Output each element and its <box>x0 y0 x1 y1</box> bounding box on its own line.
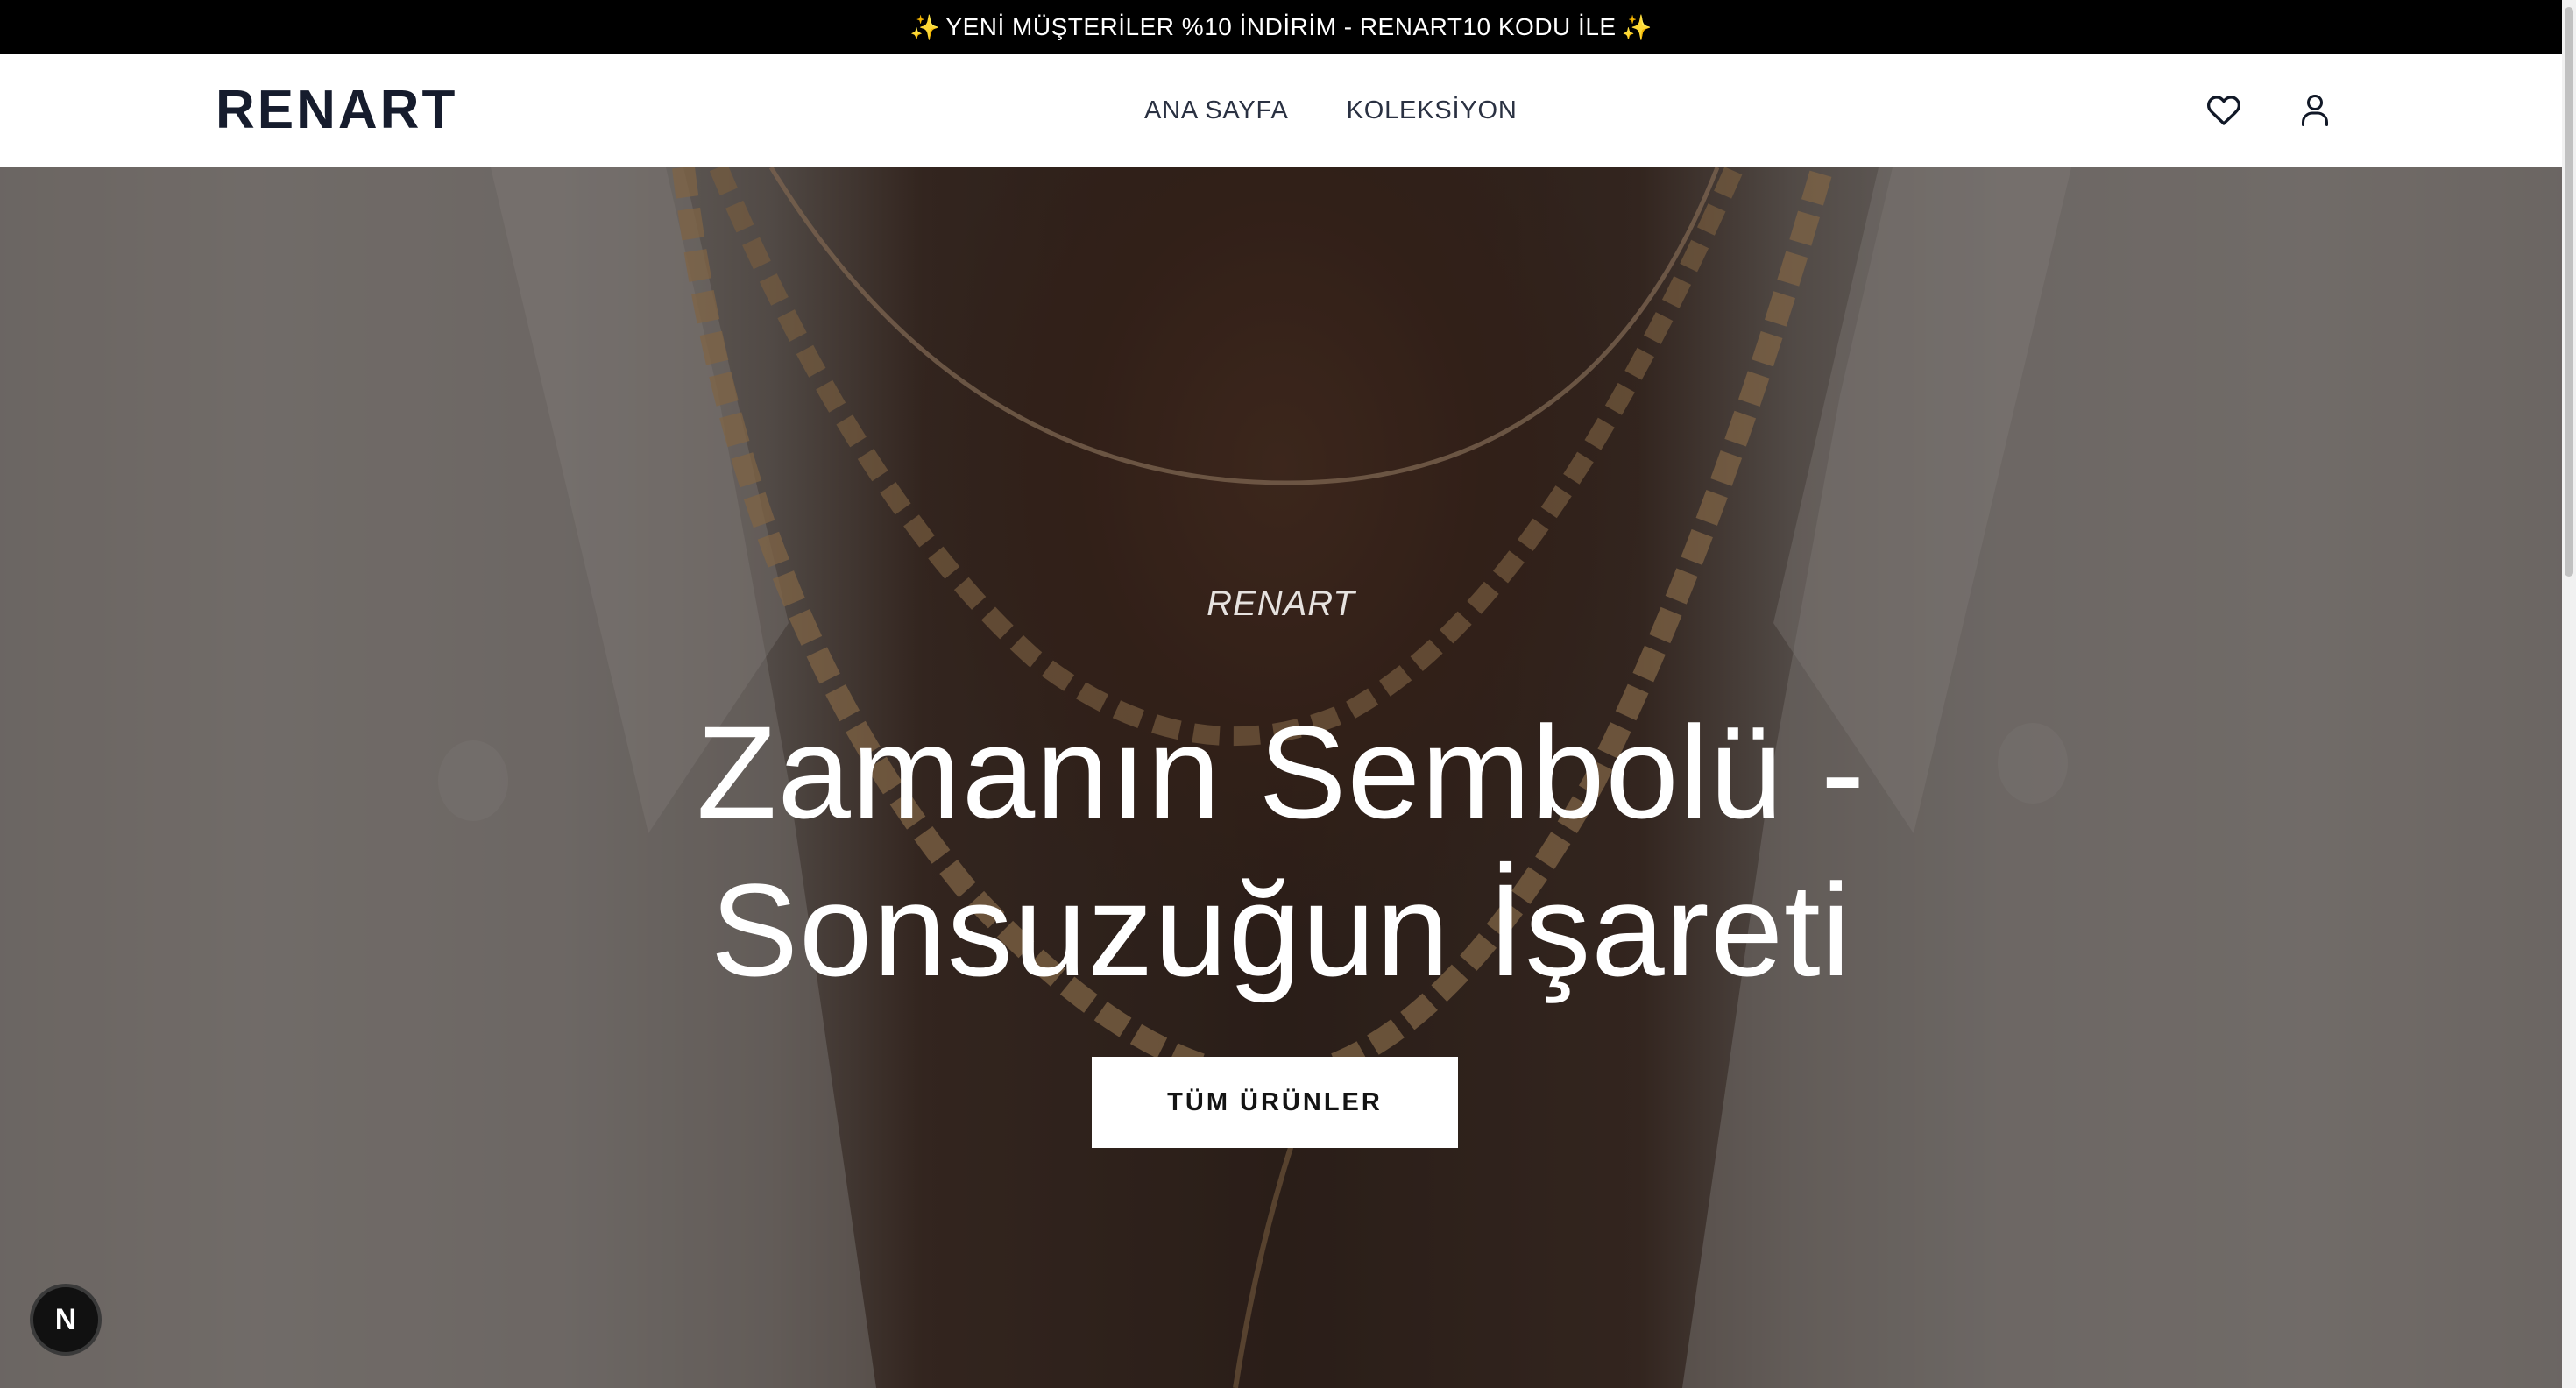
sparkle-icon: ✨ <box>909 13 941 41</box>
sparkle-icon: ✨ <box>1621 13 1652 41</box>
hero-section: RENART Zamanın Sembolü - Sonsuzuğun İşar… <box>0 167 2562 1388</box>
scrollbar-thumb[interactable] <box>2565 7 2573 577</box>
hero-title-line-1: Zamanın Sembolü - <box>696 698 1866 846</box>
hero-title-line-2: Sonsuzuğun İşareti <box>710 856 1852 1003</box>
announcement-bar: ✨ YENİ MÜŞTERİLER %10 İNDİRİM - RENART10… <box>0 0 2562 54</box>
heart-icon <box>2206 96 2241 125</box>
main-nav: ANA SAYFA KOLEKSİYON <box>1144 93 1518 128</box>
nav-link-home[interactable]: ANA SAYFA <box>1144 93 1289 128</box>
hero-brand: RENART <box>1207 584 1355 623</box>
hero-content: RENART Zamanın Sembolü - Sonsuzuğun İşar… <box>0 167 2562 1388</box>
site-header: RENART ANA SAYFA KOLEKSİYON <box>0 54 2562 167</box>
user-icon <box>2302 95 2328 126</box>
all-products-button[interactable]: TÜM ÜRÜNLER <box>1092 1057 1458 1148</box>
account-button[interactable] <box>2294 89 2336 131</box>
dev-tools-badge[interactable]: N <box>33 1287 98 1352</box>
hero-title: Zamanın Sembolü - Sonsuzuğun İşareti <box>0 693 2562 1009</box>
wishlist-button[interactable] <box>2203 89 2245 131</box>
site-logo[interactable]: RENART <box>216 79 457 142</box>
announcement-text: YENİ MÜŞTERİLER %10 İNDİRİM - RENART10 K… <box>945 13 1617 40</box>
vertical-scrollbar[interactable] <box>2562 0 2576 1388</box>
nav-link-collection[interactable]: KOLEKSİYON <box>1347 93 1518 128</box>
